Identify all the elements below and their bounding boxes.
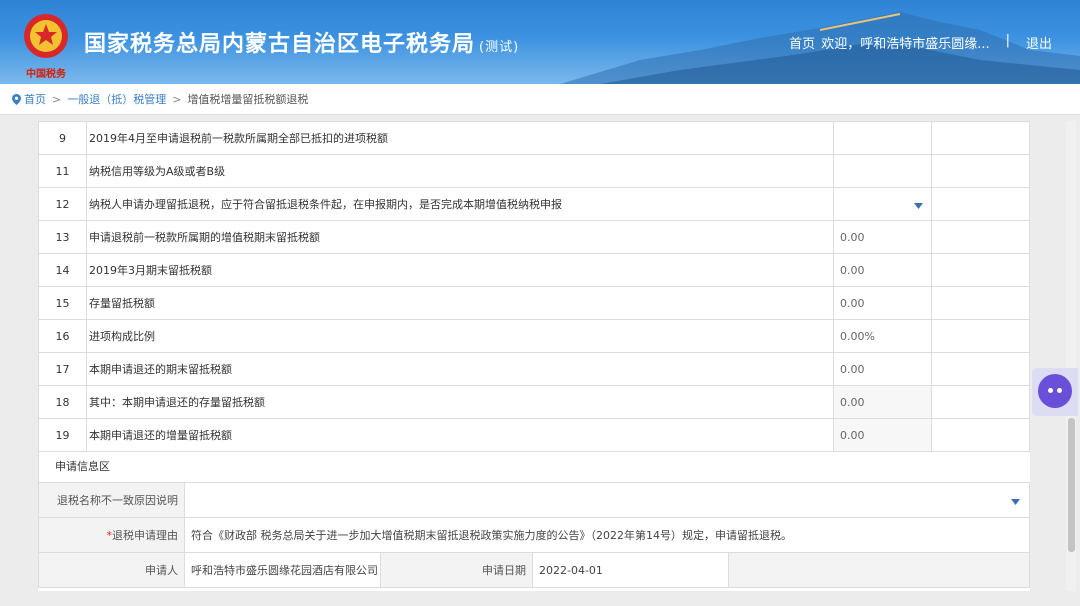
row-value: 0.00 (840, 296, 865, 310)
row-number: 9 (38, 121, 87, 155)
row-number: 16 (38, 319, 87, 353)
row-description: 存量留抵税额 (86, 286, 834, 320)
nav-logout-link[interactable]: 退出 (1026, 33, 1052, 52)
row-number: 13 (38, 220, 87, 254)
nav-welcome-text: 欢迎，呼和浩特市盛乐圆缘... (821, 37, 990, 52)
breadcrumb-sep: > (52, 92, 62, 106)
top-nav: 首页 欢迎，呼和浩特市盛乐圆缘... | 退出 (789, 33, 1052, 52)
row-description: 申请退税前一税款所属期的增值税期末留抵税额 (86, 220, 834, 254)
row-value-select[interactable] (833, 187, 932, 221)
row-value: 0.00% (840, 329, 875, 343)
section-title-application: 申请信息区 (38, 452, 1030, 482)
row-value: 0.00 (840, 230, 865, 244)
breadcrumb-sep: > (172, 92, 182, 106)
row-value-field[interactable]: 0.00 (833, 220, 932, 254)
row-extra-cell (931, 154, 1030, 188)
row-extra-cell (931, 385, 1030, 419)
robot-assistant-icon (1038, 374, 1072, 408)
robot-assistant-button[interactable] (1032, 368, 1078, 416)
row-extra-cell (931, 352, 1030, 386)
row-value-field[interactable]: 0.00 (833, 253, 932, 287)
nav-home-link[interactable]: 首页 (789, 33, 815, 52)
breadcrumb-refund-management[interactable]: 一般退（抵）税管理 (67, 91, 166, 107)
row-description: 2019年3月期末留抵税额 (86, 253, 834, 287)
row-number: 15 (38, 286, 87, 320)
site-title: 国家税务总局内蒙古自治区电子税务局 (测试) (84, 26, 519, 58)
row-number: 17 (38, 352, 87, 386)
header-banner: 国家税务总局内蒙古自治区电子税务局 (测试) 中国税务 首页 欢迎，呼和浩特市盛乐… (0, 0, 1080, 84)
refund-reason-label-text: 退税申请理由 (112, 529, 178, 542)
row-description: 进项构成比例 (86, 319, 834, 353)
tax-emblem-icon (24, 14, 68, 58)
chevron-down-icon[interactable] (914, 203, 923, 209)
refund-reason-field[interactable]: 符合《财政部 税务总局关于进一步加大增值税期末留抵退税政策实施力度的公告》（20… (184, 517, 1030, 553)
row-value-field[interactable]: 0.00% (833, 319, 932, 353)
row-description: 纳税人申请办理留抵退税，应于符合留抵退税条件起，在申报期内，是否完成本期增值税纳… (86, 187, 834, 221)
row-description: 本期申请退还的增量留抵税额 (86, 418, 834, 452)
row-value: 0.00 (840, 428, 865, 442)
row-value-field[interactable]: 0.00 (833, 385, 932, 419)
row-number: 18 (38, 385, 87, 419)
table-row: 12 纳税人申请办理留抵退税，应于符合留抵退税条件起，在申报期内，是否完成本期增值… (38, 187, 1030, 221)
bottom-margin (0, 591, 1080, 606)
table-row: 11 纳税信用等级为A级或者B级 (38, 154, 1030, 188)
scrollbar-thumb[interactable] (1068, 418, 1075, 552)
row-value: 0.00 (840, 362, 865, 376)
breadcrumb: 首页 > 一般退（抵）税管理 > 增值税增量留抵税额退税 (0, 84, 1080, 115)
row-value: 0.00 (840, 263, 865, 277)
robot-eye-left (1048, 388, 1053, 393)
robot-eye-right (1057, 388, 1062, 393)
row-number: 19 (38, 418, 87, 452)
applicant-label: 申请人 (38, 552, 185, 588)
table-row: 19 本期申请退还的增量留抵税额 0.00 (38, 418, 1030, 452)
site-title-text: 国家税务总局内蒙古自治区电子税务局 (84, 32, 476, 57)
test-label: (测试) (479, 40, 520, 55)
row-value: 0.00 (840, 395, 865, 409)
row-extra-cell (931, 220, 1030, 254)
nav-separator: | (1005, 33, 1010, 48)
row-value-field[interactable]: 0.00 (833, 352, 932, 386)
application-form: 退税名称不一致原因说明 *退税申请理由 符合《财政部 税务总局关于进一步加大增值… (38, 482, 1030, 588)
row-value-field[interactable] (833, 154, 932, 188)
row-value-field[interactable]: 0.00 (833, 418, 932, 452)
empty-cell (728, 552, 1030, 588)
row-number: 12 (38, 187, 87, 221)
row-description: 本期申请退还的期末留抵税额 (86, 352, 834, 386)
table-row: 16 进项构成比例 0.00% (38, 319, 1030, 353)
row-description: 纳税信用等级为A级或者B级 (86, 154, 834, 188)
table-row: 17 本期申请退还的期末留抵税额 0.00 (38, 352, 1030, 386)
refund-reason-label: *退税申请理由 (38, 517, 185, 553)
breadcrumb-home[interactable]: 首页 (24, 91, 46, 107)
row-extra-cell (931, 418, 1030, 452)
table-row: 9 2019年4月至申请退税前一税款所属期全部已抵扣的进项税额 (38, 121, 1030, 155)
row-extra-cell (931, 319, 1030, 353)
tax-slogan: 中国税务 (26, 69, 66, 80)
row-extra-cell (931, 187, 1030, 221)
chevron-down-icon[interactable] (1011, 499, 1020, 505)
breadcrumb-current: 增值税增量留抵税额退税 (187, 93, 309, 106)
row-value-field[interactable] (833, 121, 932, 155)
row-extra-cell (931, 253, 1030, 287)
row-number: 14 (38, 253, 87, 287)
row-number: 11 (38, 154, 87, 188)
main-content: 9 2019年4月至申请退税前一税款所属期全部已抵扣的进项税额 11 纳税信用等级为A… (38, 121, 1030, 591)
row-description: 其中：本期申请退还的存量留抵税额 (86, 385, 834, 419)
row-description: 2019年4月至申请退税前一税款所属期全部已抵扣的进项税额 (86, 121, 834, 155)
applicant-field[interactable]: 呼和浩特市盛乐圆缘花园酒店有限公司 (184, 552, 381, 588)
table-row: 15 存量留抵税额 0.00 (38, 286, 1030, 320)
mismatch-reason-label: 退税名称不一致原因说明 (38, 482, 185, 518)
row-extra-cell (931, 121, 1030, 155)
mismatch-reason-select[interactable] (184, 482, 1030, 518)
refund-items-table: 9 2019年4月至申请退税前一税款所属期全部已抵扣的进项税额 11 纳税信用等级为A… (38, 121, 1030, 452)
table-row: 13 申请退税前一税款所属期的增值税期末留抵税额 0.00 (38, 220, 1030, 254)
table-row: 14 2019年3月期末留抵税额 0.00 (38, 253, 1030, 287)
location-pin-icon (12, 93, 21, 105)
table-row: 18 其中：本期申请退还的存量留抵税额 0.00 (38, 385, 1030, 419)
apply-date-field[interactable]: 2022-04-01 (532, 552, 729, 588)
row-value-field[interactable]: 0.00 (833, 286, 932, 320)
apply-date-label: 申请日期 (380, 552, 533, 588)
row-extra-cell (931, 286, 1030, 320)
